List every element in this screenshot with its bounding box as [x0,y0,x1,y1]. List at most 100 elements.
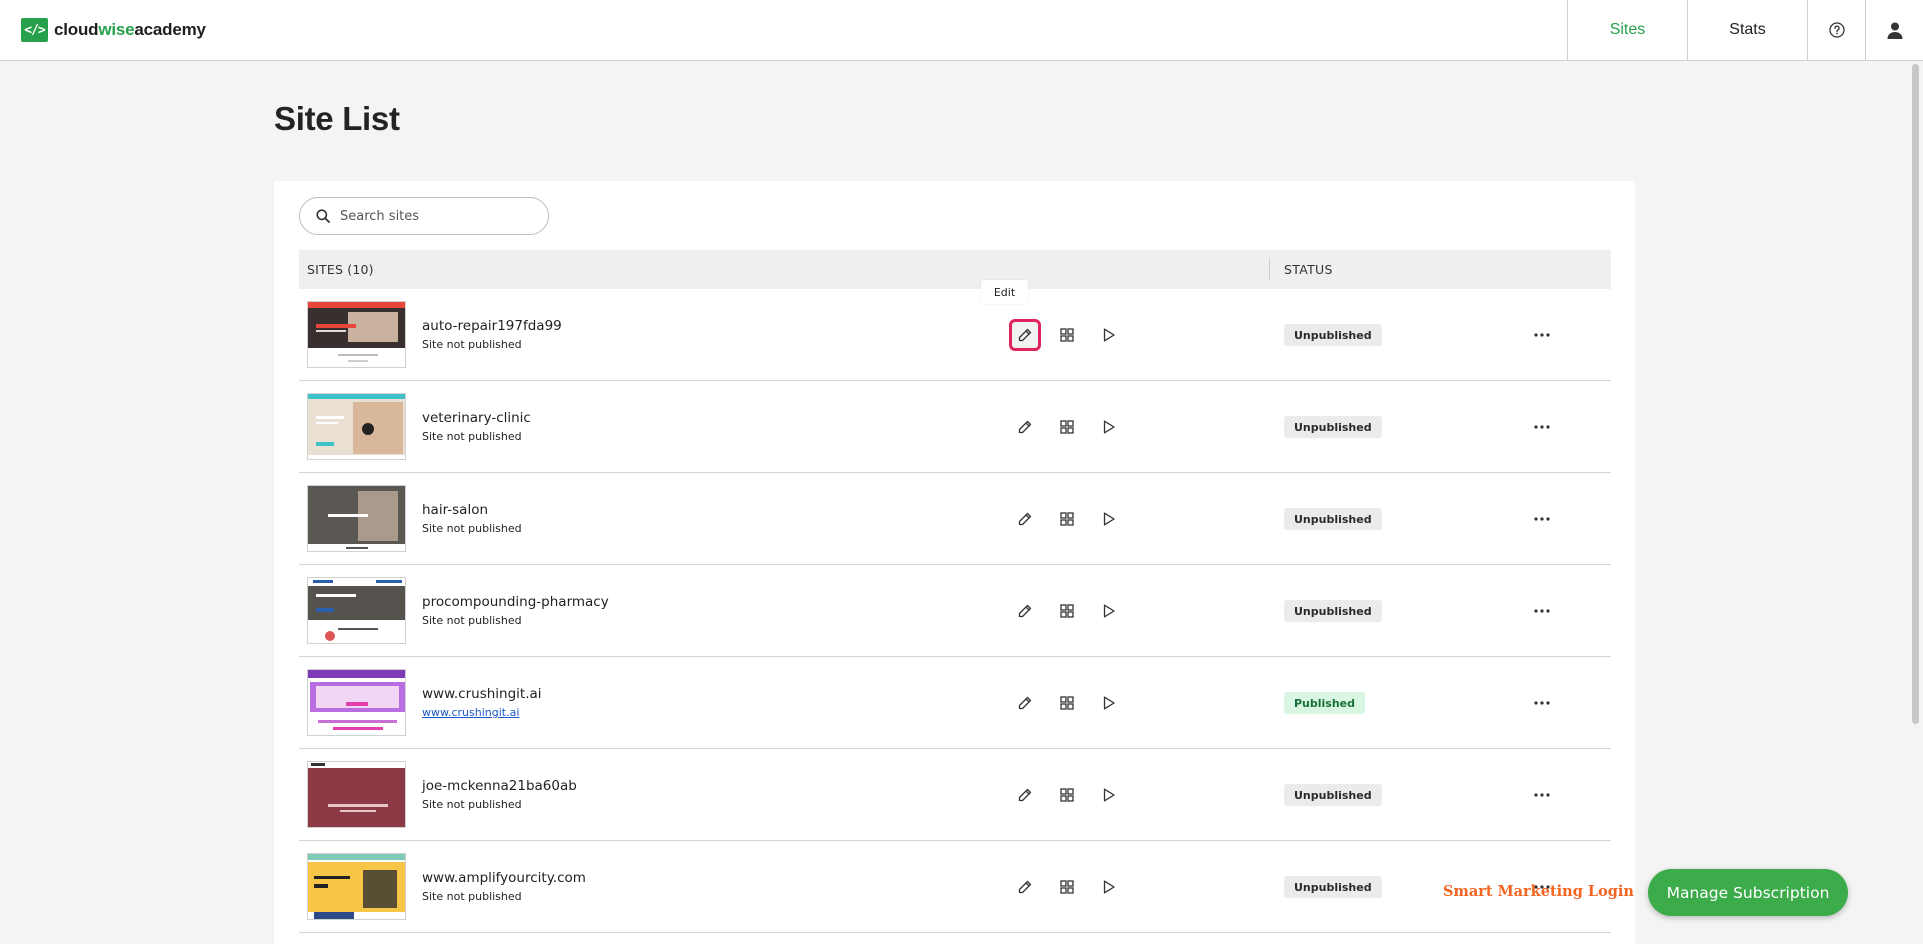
table-row: www.amplifyourcity.com Site not publishe… [299,841,1611,933]
site-thumbnail[interactable] [307,393,406,460]
dashboard-button[interactable] [1051,595,1083,627]
play-icon [1103,880,1115,894]
site-thumbnail[interactable] [307,669,406,736]
grid-icon [1060,696,1074,710]
site-name[interactable]: hair-salon [422,502,488,518]
dashboard-button[interactable] [1051,503,1083,535]
site-name[interactable]: www.crushingit.ai [422,686,542,702]
status-badge: Unpublished [1284,508,1382,530]
site-name[interactable]: procompounding-pharmacy [422,594,609,610]
site-list-card: SITES (10) STATUS auto-repair197fda99 Si… [274,181,1635,944]
table-row: veterinary-clinic Site not published Unp… [299,381,1611,473]
preview-button[interactable] [1093,779,1125,811]
question-circle-icon [1828,22,1845,38]
dashboard-button[interactable] [1051,319,1083,351]
pencil-icon [1018,604,1032,618]
site-status-text: Site not published [422,614,522,627]
grid-icon [1060,880,1074,894]
preview-button[interactable] [1093,687,1125,719]
table-header: SITES (10) STATUS [299,250,1611,289]
ellipsis-icon [1534,333,1550,337]
top-bar: </> cloudwiseacademy Sites Stats [0,0,1923,61]
search-icon [316,209,330,223]
brand-mid: wise [98,20,135,39]
grid-icon [1060,604,1074,618]
grid-icon [1060,512,1074,526]
page-title: Site List [274,100,400,137]
play-icon [1103,696,1115,710]
site-url-link[interactable]: www.crushingit.ai [422,706,519,719]
pencil-icon [1018,880,1032,894]
dashboard-button[interactable] [1051,411,1083,443]
table-row: joe-mckenna21ba60ab Site not published U… [299,749,1611,841]
edit-button[interactable] [1009,411,1041,443]
status-badge: Unpublished [1284,876,1382,898]
code-logo-icon: </> [21,18,48,42]
site-status-text: Site not published [422,522,522,535]
column-header-status: STATUS [1284,262,1333,277]
brand-prefix: cloud [54,20,99,39]
ellipsis-icon [1534,793,1550,797]
more-options-button[interactable] [1526,595,1558,627]
pencil-icon [1018,328,1032,342]
status-badge: Unpublished [1284,784,1382,806]
more-options-button[interactable] [1526,779,1558,811]
column-divider [1269,258,1270,281]
site-thumbnail[interactable] [307,761,406,828]
search-input[interactable] [340,208,520,224]
preview-button[interactable] [1093,503,1125,535]
play-icon [1103,420,1115,434]
pencil-icon [1018,420,1032,434]
status-badge: Published [1284,692,1366,714]
nav-sites-tab[interactable]: Sites [1567,0,1687,60]
edit-button[interactable] [1009,503,1041,535]
brand-name: cloudwiseacademy [54,20,206,40]
site-thumbnail[interactable] [307,301,406,368]
site-name[interactable]: auto-repair197fda99 [422,318,562,334]
edit-button[interactable] [1009,687,1041,719]
edit-button[interactable] [1009,779,1041,811]
site-status-text: Site not published [422,798,522,811]
preview-button[interactable] [1093,411,1125,443]
play-icon [1103,604,1115,618]
more-options-button[interactable] [1526,319,1558,351]
site-status-text: Site not published [422,890,522,903]
edit-button[interactable] [1009,871,1041,903]
site-status-text: Site not published [422,430,522,443]
dashboard-button[interactable] [1051,687,1083,719]
site-name[interactable]: veterinary-clinic [422,410,531,426]
help-button[interactable] [1807,0,1865,60]
more-options-button[interactable] [1526,687,1558,719]
play-icon [1103,788,1115,802]
smart-marketing-login-link[interactable]: Smart Marketing Login [1443,883,1634,900]
status-badge: Unpublished [1284,416,1382,438]
table-row: hair-salon Site not published Unpublishe… [299,473,1611,565]
ellipsis-icon [1534,425,1550,429]
site-thumbnail[interactable] [307,577,406,644]
preview-button[interactable] [1093,319,1125,351]
page-scrollbar[interactable] [1912,64,1919,724]
dashboard-button[interactable] [1051,779,1083,811]
preview-button[interactable] [1093,871,1125,903]
pencil-icon [1018,788,1032,802]
site-name[interactable]: www.amplifyourcity.com [422,870,586,886]
ellipsis-icon [1534,701,1550,705]
status-badge: Unpublished [1284,324,1382,346]
nav-stats-tab[interactable]: Stats [1687,0,1807,60]
search-box[interactable] [299,197,549,235]
edit-button[interactable] [1009,319,1041,351]
brand-logo-link[interactable]: </> cloudwiseacademy [21,18,206,42]
site-name[interactable]: joe-mckenna21ba60ab [422,778,577,794]
table-row: auto-repair197fda99 Site not published U… [299,289,1611,381]
more-options-button[interactable] [1526,411,1558,443]
dashboard-button[interactable] [1051,871,1083,903]
grid-icon [1060,420,1074,434]
manage-subscription-button[interactable]: Manage Subscription [1648,869,1848,916]
edit-button[interactable] [1009,595,1041,627]
user-menu-button[interactable] [1865,0,1923,60]
preview-button[interactable] [1093,595,1125,627]
more-options-button[interactable] [1526,503,1558,535]
site-thumbnail[interactable] [307,485,406,552]
site-thumbnail[interactable] [307,853,406,920]
pencil-icon [1018,696,1032,710]
